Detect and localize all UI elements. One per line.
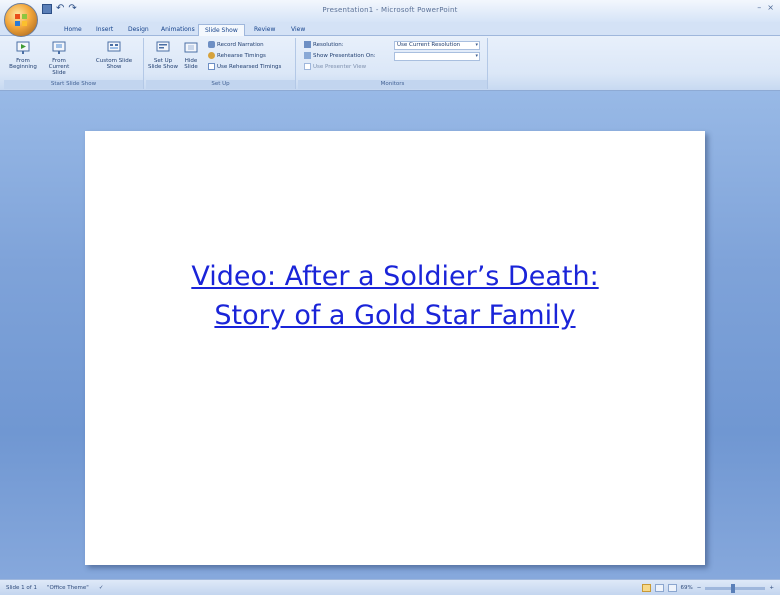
tab-slide-show[interactable]: Slide Show: [198, 24, 245, 36]
normal-view-button[interactable]: [641, 584, 651, 592]
window-controls: – ×: [757, 3, 774, 12]
close-button[interactable]: ×: [767, 3, 774, 12]
hide-slide-button[interactable]: Hide Slide: [178, 40, 204, 70]
ribbon-tabs: Home Insert Design Animations Slide Show…: [0, 22, 780, 36]
monitor-icon: [304, 41, 311, 48]
checkbox-icon: [304, 63, 311, 70]
start-slide-show-group: From Beginning From Current Slide Custom…: [4, 38, 144, 89]
zoom-slider[interactable]: [705, 583, 766, 593]
from-beginning-button[interactable]: From Beginning: [8, 40, 38, 70]
tab-home[interactable]: Home: [58, 24, 88, 36]
custom-show-icon: [107, 41, 121, 52]
link-line-1[interactable]: Video: After a Soldier’s Death:: [85, 257, 705, 296]
status-bar: Slide 1 of 1 "Office Theme" ✓ 69% − +: [0, 579, 780, 595]
custom-slide-show-button[interactable]: Custom Slide Show: [92, 40, 136, 70]
setup-show-icon: [156, 41, 170, 52]
monitor-icon: [304, 52, 311, 59]
slide-canvas[interactable]: Video: After a Soldier’s Death: Story of…: [85, 131, 705, 565]
slideshow-current-icon: [52, 41, 66, 54]
ribbon: From Beginning From Current Slide Custom…: [0, 36, 780, 91]
tab-review[interactable]: Review: [248, 24, 281, 36]
link-line-2[interactable]: Story of a Gold Star Family: [85, 296, 705, 335]
zoom-in-icon[interactable]: +: [769, 580, 774, 595]
tab-design[interactable]: Design: [122, 24, 155, 36]
chevron-down-icon: ▾: [475, 53, 478, 59]
set-up-group: Set Up Slide Show Hide Slide Record Narr…: [146, 38, 296, 89]
microphone-icon: [208, 41, 215, 48]
resolution-label: Resolution:: [304, 41, 344, 50]
monitors-group: Resolution: Use Current Resolution ▾ Sho…: [298, 38, 488, 89]
resolution-select[interactable]: Use Current Resolution ▾: [394, 41, 480, 50]
slideshow-play-icon: [16, 41, 30, 54]
slide-count: Slide 1 of 1: [6, 585, 37, 591]
slide-workspace: Video: After a Soldier’s Death: Story of…: [0, 91, 780, 579]
record-narration-button[interactable]: Record Narration: [208, 41, 264, 50]
theme-name: "Office Theme": [46, 585, 89, 591]
hide-slide-icon: [184, 42, 198, 53]
zoom-level[interactable]: 69%: [681, 580, 693, 595]
tab-animations[interactable]: Animations: [155, 24, 201, 36]
video-hyperlink[interactable]: Video: After a Soldier’s Death: Story of…: [85, 257, 705, 335]
slide-show-view-button[interactable]: [667, 584, 677, 592]
slide-sorter-view-button[interactable]: [654, 584, 664, 592]
use-rehearsed-timings-checkbox[interactable]: Use Rehearsed Timings: [208, 63, 281, 72]
office-button[interactable]: [4, 3, 38, 37]
show-on-label: Show Presentation On:: [304, 52, 376, 61]
group-label-start: Start Slide Show: [4, 80, 143, 89]
office-logo-icon: [15, 14, 27, 26]
tab-view[interactable]: View: [285, 24, 311, 36]
window-title: Presentation1 - Microsoft PowerPoint: [322, 6, 458, 14]
minimize-button[interactable]: –: [757, 3, 761, 12]
zoom-slider-thumb[interactable]: [731, 583, 736, 593]
zoom-out-icon[interactable]: −: [697, 580, 702, 595]
checkbox-checked-icon: [208, 63, 215, 70]
from-current-slide-button[interactable]: From Current Slide: [44, 40, 74, 76]
show-on-select[interactable]: ▾: [394, 52, 480, 61]
use-presenter-view-checkbox[interactable]: Use Presenter View: [304, 63, 366, 72]
group-label-setup: Set Up: [146, 80, 295, 89]
title-bar: ↶ ↷ Presentation1 - Microsoft PowerPoint…: [0, 0, 780, 37]
group-label-monitors: Monitors: [298, 80, 487, 89]
tab-insert[interactable]: Insert: [90, 24, 119, 36]
set-up-slide-show-button[interactable]: Set Up Slide Show: [148, 40, 178, 70]
stopwatch-icon: [208, 52, 215, 59]
chevron-down-icon: ▾: [475, 42, 478, 48]
rehearse-timings-button[interactable]: Rehearse Timings: [208, 52, 266, 61]
spell-check-icon[interactable]: ✓: [99, 580, 104, 595]
